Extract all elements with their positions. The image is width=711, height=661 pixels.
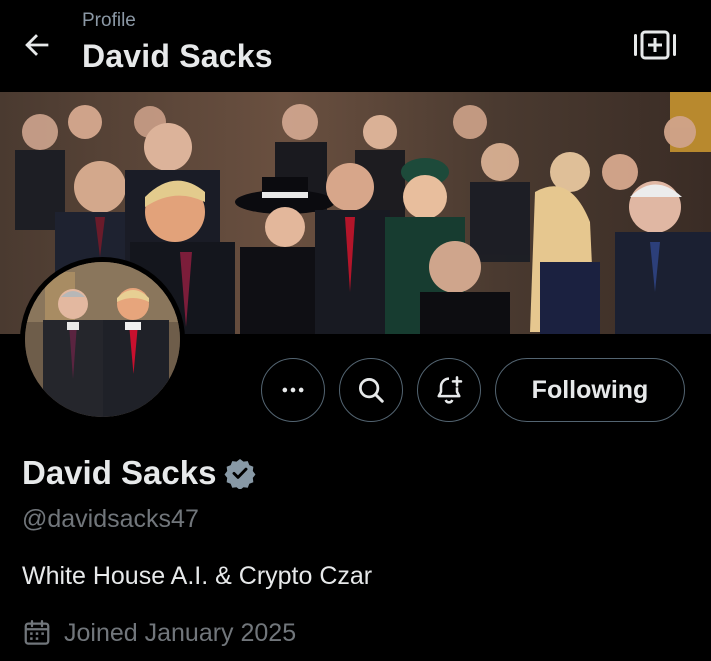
grok-icon: [634, 30, 676, 60]
search-profile-button[interactable]: [339, 358, 403, 422]
joined-date-row: Joined January 2025: [22, 618, 296, 648]
grok-button[interactable]: [630, 24, 680, 66]
back-button[interactable]: [14, 22, 60, 68]
profile-avatar[interactable]: [20, 257, 185, 422]
profile-screen: Profile David Sacks Following David Sack…: [0, 0, 711, 661]
profile-display-name: David Sacks: [22, 454, 217, 491]
verified-badge-icon[interactable]: [224, 457, 256, 489]
notifications-button[interactable]: [417, 358, 481, 422]
more-button[interactable]: [261, 358, 325, 422]
following-button[interactable]: Following: [495, 358, 685, 422]
profile-handle: @davidsacks47: [22, 505, 199, 533]
profile-name-row: David Sacks: [22, 454, 256, 492]
top-bar: Profile David Sacks: [0, 0, 711, 92]
bell-plus-icon: [437, 376, 463, 404]
joined-date: Joined January 2025: [64, 618, 297, 647]
header-subtitle: Profile: [82, 10, 136, 31]
arrow-left-icon: [25, 34, 49, 56]
avatar-photo: [25, 262, 180, 417]
profile-bio: White House A.I. & Crypto Czar: [22, 562, 373, 590]
more-horizontal-icon: [282, 387, 304, 393]
header-title: David Sacks: [82, 38, 273, 74]
calendar-icon: [24, 620, 50, 645]
search-icon: [359, 378, 384, 403]
